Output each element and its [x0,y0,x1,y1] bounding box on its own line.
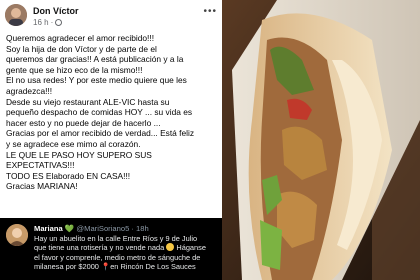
post-line: hacer esto y no puede dejar de hacerlo .… [6,117,161,128]
more-options-icon[interactable]: ••• [203,6,217,17]
post-line: EXPECTATIVAS!!! [6,160,75,171]
tweet-line-part: en Rincón De Los Sauces [110,261,196,271]
tweet-header: Mariana 💚 @MariSoriano5 · 18h [34,224,149,233]
green-heart-icon: 💚 [64,224,75,233]
author-avatar[interactable] [5,4,27,26]
post-line: y se agradece ese mimo al corazón. [6,138,141,149]
post-line: pequeño despacho de comidas HOY ... su v… [6,107,193,118]
post-line: TODO ES Elaborado EN CASA!!! [6,170,131,181]
post-line: agradezca!!! [6,85,53,96]
tweet-line: el favor y comprenle, medio metro de sán… [34,252,201,262]
post-line: El no usa redes! Y por este medio quiere… [6,75,187,86]
post-line: Gracias MARIANA! [6,181,78,192]
post-line: queremos dar gracias!! A está publicació… [6,54,184,65]
tweet-line: milanesa por $2000 📍en Rincón De Los Sau… [34,262,220,271]
tweet-line: que tiene una rotisería y no vende nada … [34,243,220,252]
post-line: Desde su viejo restaurant ALE-VIC hasta … [6,96,170,107]
sandwich-photo [222,0,420,280]
tweet-author-name[interactable]: Mariana [34,224,63,233]
author-name[interactable]: Don Víctor [33,6,79,16]
post-header: Don Víctor 16 h · ••• [5,4,219,28]
post-line: gente que se hizo eco de la mismo!!! [6,64,143,75]
meta-separator: · [50,18,54,27]
tweet-line-part: Háganse [174,243,206,253]
post-line: Queremos agradecer el amor recibido!!! [6,33,155,43]
post-line: Soy la hija de don Víctor y de parte de … [6,43,157,54]
tweet-line: Hay un abuelito en la calle Entre Ríos y… [34,234,198,243]
post-time[interactable]: 16 h [33,18,49,27]
tweet-line-part: que tiene una rotisería y no vende nada [34,243,167,253]
post-text: Queremos agradecer el amor recibido!!! S… [6,33,218,192]
tweet-text: Hay un abuelito en la calle Entre Ríos y… [34,234,220,271]
tweet-avatar[interactable] [6,224,28,246]
post-line: Gracias por el amor recibido de verdad..… [6,128,195,139]
tweet-time: · 18h [131,224,149,233]
collage: Don Víctor 16 h · ••• Queremos agradecer… [0,0,420,280]
globe-icon [55,19,63,26]
embedded-tweet[interactable]: Mariana 💚 @MariSoriano5 · 18h Hay un abu… [0,218,222,280]
post-line: LE QUE LE PASO HOY SUPERO SUS [6,149,152,160]
tweet-handle[interactable]: @MariSoriano5 [76,224,129,233]
pin-icon: 📍 [100,261,111,271]
tweet-line-part: milanesa por $2000 [34,261,101,271]
sandwich-image [222,0,420,280]
post-meta: 16 h · [33,18,63,27]
facebook-post-panel: Don Víctor 16 h · ••• Queremos agradecer… [0,0,222,280]
